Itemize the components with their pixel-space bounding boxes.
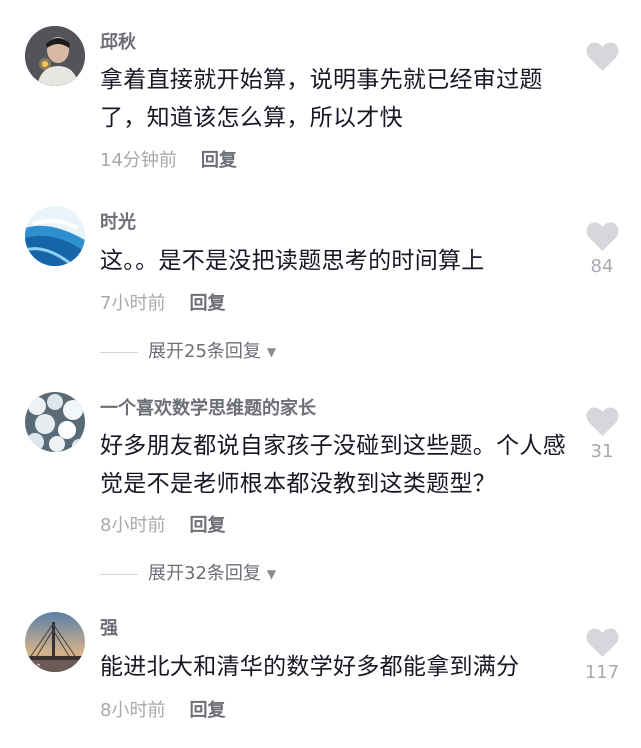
expand-replies-label: 展开32条回复 <box>148 563 261 584</box>
username[interactable]: 一个喜欢数学思维题的家长 <box>100 398 316 420</box>
comment-text: 拿着直接就开始算，说明事先就已经审过题了，知道该怎么算，所以才快 <box>100 67 543 131</box>
like-button[interactable]: 84 <box>582 222 622 278</box>
avatar-snow-texture-icon <box>25 392 85 452</box>
avatar[interactable] <box>25 26 85 86</box>
comment-meta: 8小时前 回复 <box>100 515 225 537</box>
username[interactable]: 邱秋 <box>100 32 136 54</box>
expand-replies-label: 展开25条回复 <box>148 341 261 362</box>
triangle-down-icon: ▼ <box>266 567 277 581</box>
comment-meta: 7小时前 回复 <box>100 293 225 315</box>
divider <box>100 573 138 575</box>
reply-button[interactable]: 回复 <box>201 150 237 171</box>
like-button[interactable] <box>582 42 622 76</box>
like-count: 84 <box>590 256 614 277</box>
heart-icon <box>585 628 619 657</box>
comment-meta: 8小时前 回复 <box>100 700 225 722</box>
like-count: 31 <box>590 441 614 462</box>
heart-icon <box>585 407 619 436</box>
avatar-bridge-sunset-icon: ♪ <box>25 612 85 672</box>
avatar-blue-abstract-icon <box>25 206 85 266</box>
heart-icon <box>585 42 619 71</box>
expand-replies-button[interactable]: 展开32条回复 ▼ <box>100 563 276 585</box>
timestamp: 8小时前 <box>100 700 166 721</box>
username[interactable]: 时光 <box>100 212 136 234</box>
divider <box>100 351 138 353</box>
comment-meta: 14分钟前 回复 <box>100 150 237 172</box>
timestamp: 8小时前 <box>100 515 166 536</box>
timestamp: 7小时前 <box>100 293 166 314</box>
avatar-person-photo-icon <box>25 26 85 86</box>
like-count: 117 <box>584 662 620 683</box>
timestamp: 14分钟前 <box>100 150 177 171</box>
expand-replies-button[interactable]: 展开25条回复 ▼ <box>100 341 276 363</box>
reply-button[interactable]: 回复 <box>189 515 225 536</box>
comment-text: 这。。是不是没把读题思考的时间算上 <box>100 248 485 274</box>
triangle-down-icon: ▼ <box>266 345 277 359</box>
like-button[interactable]: 31 <box>582 407 622 463</box>
svg-text:♪: ♪ <box>35 663 41 672</box>
reply-button[interactable]: 回复 <box>189 700 225 721</box>
like-button[interactable]: 117 <box>582 628 622 684</box>
avatar[interactable] <box>25 392 85 452</box>
username[interactable]: 强 <box>100 618 118 640</box>
avatar[interactable]: ♪ <box>25 612 85 672</box>
comment-text: 能进北大和清华的数学好多都能拿到满分 <box>100 654 520 680</box>
heart-icon <box>585 222 619 251</box>
reply-button[interactable]: 回复 <box>189 293 225 314</box>
avatar[interactable] <box>25 206 85 266</box>
comment-text: 好多朋友都说自家孩子没碰到这些题。个人感觉是不是老师根本都没教到这类题型？ <box>100 433 566 497</box>
